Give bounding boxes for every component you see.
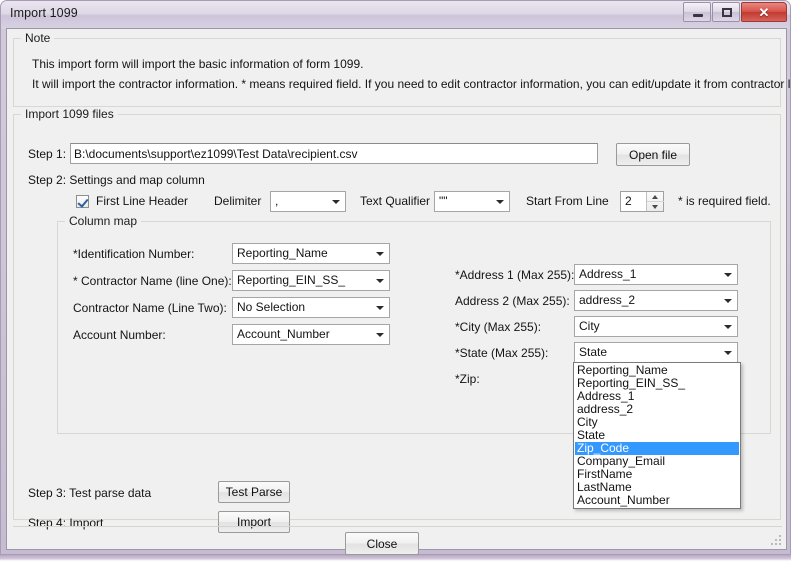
delimiter-label: Delimiter bbox=[214, 194, 262, 208]
list-item[interactable]: address_2 bbox=[575, 403, 739, 416]
chevron-down-icon[interactable] bbox=[720, 317, 737, 336]
chevron-down-icon[interactable] bbox=[372, 325, 389, 344]
chevron-down-icon[interactable] bbox=[720, 343, 737, 362]
list-item[interactable]: Company_Email bbox=[575, 455, 739, 468]
address1-label: *Address 1 (Max 255): bbox=[455, 268, 575, 282]
close-button[interactable]: Close bbox=[345, 532, 419, 555]
stepper-down-icon[interactable] bbox=[647, 202, 664, 211]
maximize-icon bbox=[722, 8, 732, 17]
text-qualifier-label: Text Qualifier bbox=[360, 194, 431, 208]
chevron-down-icon[interactable] bbox=[720, 265, 737, 284]
minimize-button[interactable] bbox=[683, 2, 711, 22]
stepper-buttons[interactable] bbox=[646, 192, 664, 211]
required-field-note: * is required field. bbox=[678, 194, 771, 208]
import-button[interactable]: Import bbox=[218, 511, 290, 533]
address2-combobox[interactable]: address_2 bbox=[574, 290, 738, 311]
list-item[interactable]: FirstName bbox=[575, 468, 739, 481]
note-group-legend: Note bbox=[21, 31, 55, 45]
close-icon: ✕ bbox=[758, 5, 770, 20]
window-bottom-shadow bbox=[0, 555, 791, 561]
city-combobox[interactable]: City bbox=[574, 316, 738, 337]
contractor-name-line-two-label: Contractor Name (Line Two): bbox=[73, 301, 227, 315]
dialog-client-area: Note This import form will import the ba… bbox=[6, 28, 791, 555]
close-window-button[interactable]: ✕ bbox=[741, 2, 787, 22]
text-qualifier-combobox[interactable]: "" bbox=[434, 191, 510, 212]
list-item[interactable]: Reporting_Name bbox=[575, 364, 739, 377]
contractor-name-line-two-combobox[interactable]: No Selection bbox=[232, 297, 390, 318]
start-from-line-stepper[interactable]: 2 bbox=[620, 191, 664, 212]
list-item[interactable]: Reporting_EIN_SS_ bbox=[575, 377, 739, 390]
import-1099-window-root: Import 1099 ✕ Note This import form will… bbox=[0, 0, 791, 561]
first-line-header-label: First Line Header bbox=[96, 194, 189, 208]
state-label: *State (Max 255): bbox=[455, 346, 549, 360]
window-title: Import 1099 bbox=[10, 6, 78, 20]
account-number-combobox[interactable]: Account_Number bbox=[232, 324, 390, 345]
note-line-1: This import form will import the basic i… bbox=[32, 57, 364, 71]
identification-number-value: Reporting_Name bbox=[237, 246, 328, 260]
list-item[interactable]: LastName bbox=[575, 481, 739, 494]
note-line-2: It will import the contractor informatio… bbox=[32, 77, 791, 91]
resize-grip[interactable] bbox=[771, 535, 783, 547]
contractor-name-line-two-value: No Selection bbox=[237, 300, 306, 314]
chevron-down-icon[interactable] bbox=[328, 192, 345, 211]
zip-dropdown-list[interactable]: Reporting_Name Reporting_EIN_SS_ Address… bbox=[573, 362, 741, 509]
state-combobox[interactable]: State bbox=[574, 342, 738, 363]
chevron-down-icon[interactable] bbox=[372, 298, 389, 317]
address2-label: Address 2 (Max 255): bbox=[455, 294, 570, 308]
list-item[interactable]: Account_Number bbox=[575, 494, 739, 507]
step4-label: Step 4: Import bbox=[28, 516, 104, 530]
delimiter-value: , bbox=[275, 194, 279, 208]
zip-label: *Zip: bbox=[455, 372, 480, 386]
test-parse-button[interactable]: Test Parse bbox=[218, 481, 290, 503]
contractor-name-line-one-value: Reporting_EIN_SS_ bbox=[237, 273, 346, 287]
window-controls: ✕ bbox=[682, 2, 787, 23]
import-files-group-legend: Import 1099 files bbox=[21, 107, 118, 121]
maximize-button[interactable] bbox=[712, 2, 740, 22]
list-item[interactable]: State bbox=[575, 429, 739, 442]
chevron-down-icon[interactable] bbox=[372, 244, 389, 263]
column-map-group-legend: Column map bbox=[65, 214, 142, 228]
chevron-down-icon[interactable] bbox=[492, 192, 509, 211]
contractor-name-line-one-label: * Contractor Name (line One): bbox=[73, 274, 232, 288]
start-from-line-value: 2 bbox=[625, 194, 632, 208]
address2-value: address_2 bbox=[579, 293, 636, 307]
delimiter-combobox[interactable]: , bbox=[270, 191, 346, 212]
contractor-name-line-one-combobox[interactable]: Reporting_EIN_SS_ bbox=[232, 270, 390, 291]
note-group: Note This import form will import the ba… bbox=[13, 31, 791, 107]
city-value: City bbox=[579, 319, 600, 333]
open-file-button[interactable]: Open file bbox=[616, 143, 690, 166]
title-bar: Import 1099 ✕ bbox=[1, 1, 790, 29]
address1-combobox[interactable]: Address_1 bbox=[574, 264, 738, 285]
file-path-input[interactable]: B:\documents\support\ez1099\Test Data\re… bbox=[70, 143, 598, 164]
list-item-selected[interactable]: Zip_Code bbox=[575, 442, 739, 455]
state-value: State bbox=[579, 345, 608, 359]
text-qualifier-value: "" bbox=[439, 194, 448, 208]
stepper-up-icon[interactable] bbox=[647, 192, 664, 202]
list-item[interactable]: City bbox=[575, 416, 739, 429]
account-number-label: Account Number: bbox=[73, 328, 166, 342]
step3-label: Step 3: Test parse data bbox=[28, 486, 152, 500]
address1-value: Address_1 bbox=[579, 267, 637, 281]
identification-number-label: *Identification Number: bbox=[73, 247, 195, 261]
step2-label: Step 2: Settings and map column bbox=[28, 173, 205, 187]
list-item[interactable]: Address_1 bbox=[575, 390, 739, 403]
minimize-icon bbox=[693, 14, 703, 17]
chevron-down-icon[interactable] bbox=[372, 271, 389, 290]
first-line-header-checkbox[interactable] bbox=[76, 195, 89, 208]
account-number-value: Account_Number bbox=[237, 327, 330, 341]
start-from-line-label: Start From Line bbox=[526, 194, 609, 208]
window-frame: Import 1099 ✕ Note This import form will… bbox=[0, 0, 791, 555]
footer-divider bbox=[13, 526, 782, 527]
identification-number-combobox[interactable]: Reporting_Name bbox=[232, 243, 390, 264]
chevron-down-icon[interactable] bbox=[720, 291, 737, 310]
city-label: *City (Max 255): bbox=[455, 320, 542, 334]
step1-label: Step 1: bbox=[28, 147, 67, 161]
